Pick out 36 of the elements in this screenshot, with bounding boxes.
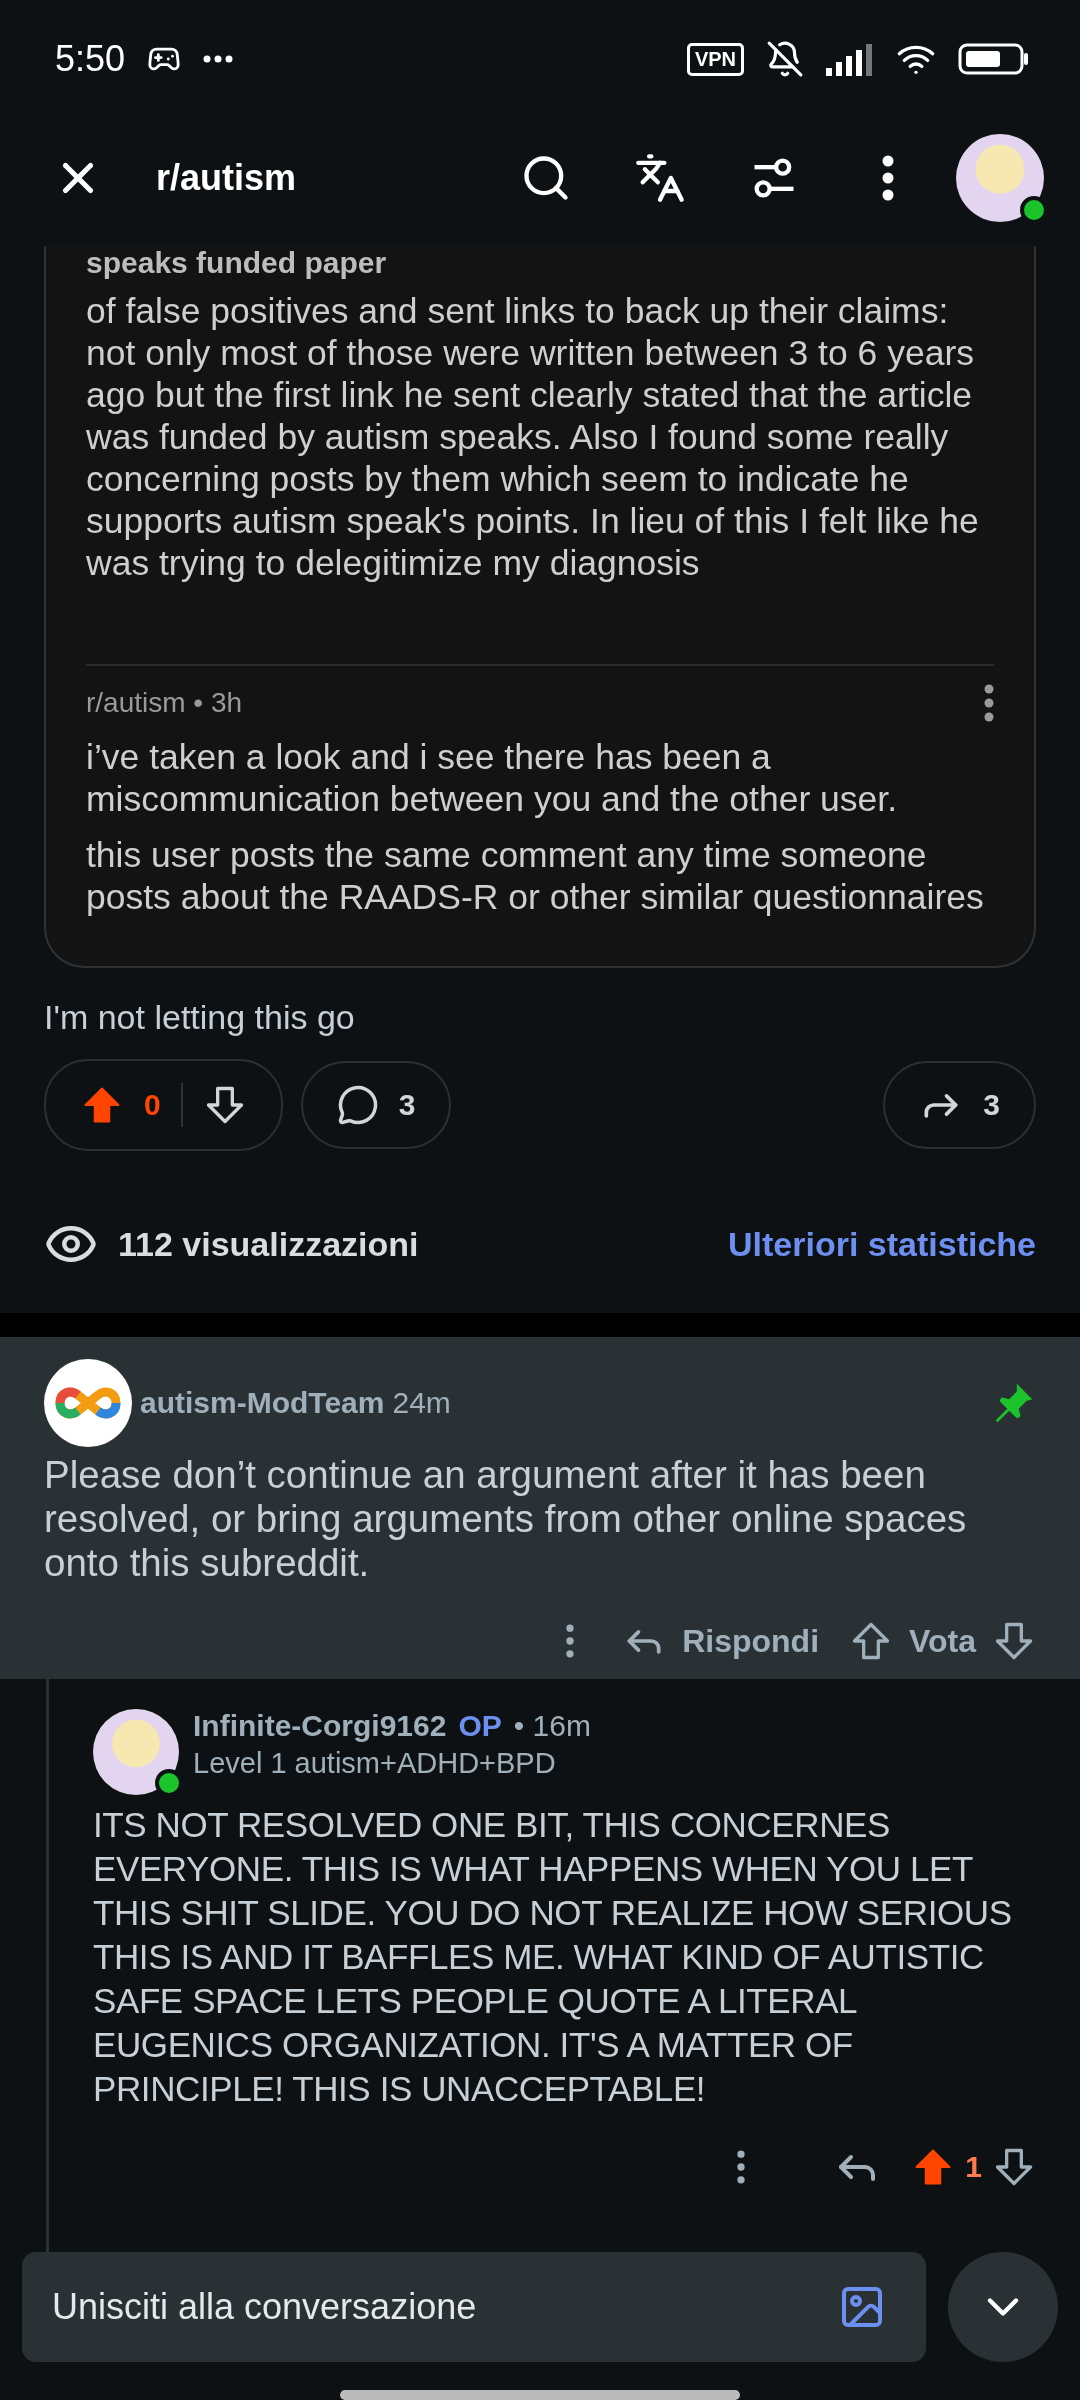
signal-icon: [826, 42, 874, 76]
more-notifications-icon: [203, 55, 234, 63]
vote-count: 0: [144, 1088, 161, 1122]
comment-author[interactable]: autism-ModTeam: [140, 1386, 385, 1420]
comment-icon: [336, 1084, 379, 1126]
battery-icon: [958, 42, 1030, 76]
vote-count: 1: [965, 2150, 982, 2184]
share-button[interactable]: 3: [883, 1061, 1036, 1149]
comment-field[interactable]: Unisciti alla conversazione: [22, 2252, 926, 2362]
status-time: 5:50: [55, 38, 126, 80]
comments-button[interactable]: 3: [300, 1061, 452, 1149]
translate-icon: [634, 152, 686, 204]
more-stats-link[interactable]: Ulteriori statistiche: [728, 1224, 1036, 1264]
reply-button[interactable]: Rispondi: [622, 1619, 820, 1663]
op-label: OP: [458, 1709, 502, 1743]
screenshot-meta: r/autism • 3h: [86, 687, 243, 719]
screenshot-paragraph: i’ve taken a look and i see there has been a miscommunication between you and the other user.: [86, 736, 899, 820]
screenshot-paragraph: this user posts the same comment any time someone posts about the RAADS-R or other similar questionnaires: [86, 834, 985, 918]
comment-author[interactable]: Infinite-Corgi9162: [193, 1709, 447, 1743]
comment-text: ITS NOT RESOLVED ONE BIT, THIS CONCERNES EVERYONE. THIS IS WHAT HAPPENS WHEN YOU LET THIS SHIT SLIDE. YOU DO NOT REALIZE HOW SERIOUS THIS IS AND IT BAFFLES ME. WHAT KIND OF AUTISTIC SAFE SPACE LETS PEOPLE QUOTE A LITERAL EUGENICS ORGANIZATION. IT'S A MATTER OF PRINCIPLE! THIS IS UNACCEPTABLE!: [93, 1804, 1013, 2110]
comment-time: 24m: [392, 1386, 451, 1420]
comment-input[interactable]: Unisciti alla conversazione: [50, 2285, 838, 2329]
screenshot-message: of false positives and sent links to back up their claims: not only most of those were written between 3 to 6 years ago but the first link he sent clearly stated that the article was funded by autism speaks. Also I found some really concerning posts by them which seem to indicate he supports autism speak's points. In lieu of this I felt like he was trying to delegitimize my diagnosis: [86, 290, 980, 584]
comment-time: • 16m: [513, 1709, 591, 1743]
more-icon: [882, 155, 894, 201]
view-count: 112 visualizzazioni: [118, 1224, 419, 1264]
muted-bell-icon: [766, 40, 804, 78]
vote-button[interactable]: Vota: [849, 1619, 1036, 1663]
comment-text: Please don’t continue an argument after it has been resolved, or bring arguments from other online spaces onto this subreddit.: [44, 1453, 968, 1585]
subreddit-title: r/autism: [156, 157, 297, 199]
user-flair: Level 1 autism+ADHD+BPD: [193, 1747, 557, 1780]
vpn-badge: VPN: [686, 42, 744, 76]
infinity-logo-icon: [44, 1359, 132, 1447]
screenshot-heading: speaks funded paper: [86, 246, 388, 280]
post-text: I'm not letting this go: [44, 998, 356, 1037]
more-icon: [984, 684, 994, 722]
